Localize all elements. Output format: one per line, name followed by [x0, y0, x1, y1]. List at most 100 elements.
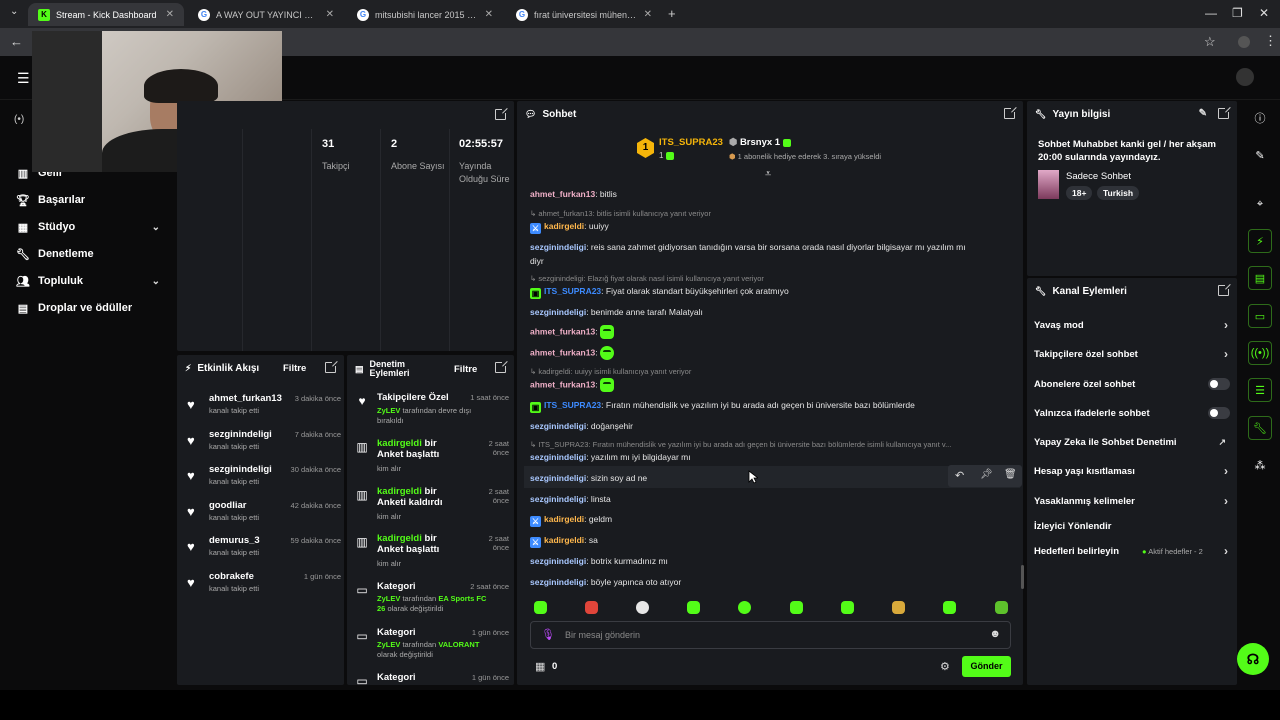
close-icon[interactable]: ✕	[166, 9, 174, 20]
chat-scrollbar[interactable]	[1021, 565, 1024, 589]
emote-icon[interactable]	[892, 601, 905, 614]
bookmark-star-icon[interactable]: ☆	[1204, 34, 1216, 50]
action-raid[interactable]: İzleyici Yönlendir	[1034, 521, 1230, 532]
category-name[interactable]: VALORANT	[438, 640, 479, 649]
pin-icon[interactable]: 📌︎	[980, 469, 993, 480]
delete-icon[interactable]: 🗑︎	[1004, 469, 1017, 480]
reply-icon[interactable]: ↶	[955, 469, 964, 482]
moderator-name[interactable]: ZyLEV	[377, 640, 400, 649]
chat-reply-reference[interactable]: ↳ kadirgeldi: uuiyy isimli kullanıcıya y…	[530, 367, 691, 376]
window-close-icon[interactable]: ✕	[1259, 6, 1269, 20]
close-icon[interactable]: ✕	[644, 9, 652, 20]
emote-icon[interactable]	[687, 601, 700, 614]
moderator-name[interactable]: ZyLEV	[377, 594, 400, 603]
chat-username[interactable]: kadirgeldi	[544, 221, 584, 231]
close-icon[interactable]: ✕	[326, 9, 334, 20]
collapse-leaderboard-icon[interactable]: ⩡	[765, 168, 771, 181]
category-thumbnail[interactable]	[1038, 170, 1059, 199]
chat-username[interactable]: ITS_SUPRA23	[544, 400, 601, 410]
chat-username[interactable]: ahmet_furkan13	[530, 347, 595, 357]
action-banned-words[interactable]: Yasaklanmış kelimeler ›	[1034, 494, 1230, 508]
follower-name[interactable]: demurus_3	[209, 535, 260, 546]
emote-icon[interactable]	[943, 601, 956, 614]
emote-icon[interactable]	[636, 601, 649, 614]
action-goals[interactable]: Hedefleri belirleyin ● Aktif hedefler - 2…	[1034, 544, 1230, 558]
emoji-icon[interactable]: ☻	[989, 628, 1001, 640]
minimize-icon[interactable]: —	[1205, 6, 1217, 20]
profile-avatar-icon[interactable]	[1238, 36, 1250, 48]
toggle-switch[interactable]	[1208, 407, 1230, 419]
emote-icon[interactable]	[790, 601, 803, 614]
moderator-name[interactable]: ZyLEV	[377, 406, 400, 415]
bolt-icon[interactable]: ⚡︎	[1248, 229, 1272, 253]
action-followers-only[interactable]: Takipçilere özel sohbet ›	[1034, 347, 1230, 361]
chat-message[interactable]: sezginindeligi: doğanşehir	[530, 421, 633, 431]
tab-google-3[interactable]: G fırat üniversitesi mühendisliği D ✕	[506, 3, 662, 26]
chat-username[interactable]: sezginindeligi	[530, 494, 586, 504]
chat-icon[interactable]: ▭	[1248, 304, 1272, 328]
chat-message[interactable]: ahmet_furkan13:	[530, 325, 614, 339]
chat-message[interactable]: sezginindeligi: reis sana zahmet gidiyor…	[530, 242, 966, 252]
restore-icon[interactable]: ❐	[1232, 6, 1243, 20]
sidebar-item-topluluk[interactable]: 👥︎ Topluluk ⌄	[16, 274, 164, 288]
chat-message[interactable]: sezginindeligi: yazılım mı iyi bilgidaya…	[530, 452, 691, 462]
emote-icon[interactable]	[841, 601, 854, 614]
popout-icon[interactable]	[1218, 283, 1231, 296]
support-headset-icon[interactable]: ☊	[1237, 643, 1269, 675]
back-icon[interactable]: ←	[10, 34, 23, 49]
category-name[interactable]: Sadece Sohbet	[1066, 171, 1131, 182]
chat-username[interactable]: kadirgeldi	[544, 535, 584, 545]
popout-icon[interactable]	[1004, 106, 1017, 119]
action-subscribers-only[interactable]: Abonelere özel sohbet	[1034, 378, 1230, 390]
chat-input-box[interactable]: 🎙︎ Bir mesaj gönderin ☻	[530, 621, 1011, 649]
tab-google-1[interactable]: G A WAY OUT YAYINCI MODU - G ✕	[188, 3, 344, 26]
list-icon[interactable]: ☰	[1248, 378, 1272, 402]
send-button[interactable]: Gönder	[962, 656, 1011, 677]
sidebar-item-studyo[interactable]: ▦ Stüdyo ⌄	[16, 220, 164, 234]
gift-user-name[interactable]: Brsnyx	[740, 137, 772, 148]
chat-username[interactable]: ahmet_furkan13	[530, 326, 595, 336]
moderator-name[interactable]: kadirgeldi	[377, 438, 422, 449]
edit-icon[interactable]: ✎	[1248, 143, 1272, 167]
tab-google-2[interactable]: G mitsubishi lancer 2015 - Googl ✕	[347, 3, 503, 26]
hamburger-menu-icon[interactable]: ☰	[17, 70, 30, 87]
chat-message[interactable]: sezginindeligi: linsta	[530, 494, 611, 504]
chat-username[interactable]: sezginindeligi	[530, 421, 586, 431]
filter-button[interactable]: Filtre	[454, 364, 477, 375]
chat-message[interactable]: sezginindeligi: böyle yapınca oto atıyor	[530, 577, 681, 587]
chat-message[interactable]: sezginindeligi: sizin soy ad ne	[530, 473, 647, 483]
chat-username[interactable]: ahmet_furkan13	[530, 379, 595, 389]
action-ai-moderation[interactable]: Yapay Zeka ile Sohbet Denetimi ↗	[1034, 437, 1230, 448]
chat-username[interactable]: sezginindeligi	[530, 452, 586, 462]
action-emotes-only[interactable]: Yalnızca ifadelerle sohbet	[1034, 407, 1230, 419]
top-gifter-name[interactable]: ITS_SUPRA23	[659, 137, 723, 148]
sidebar-item-droplar[interactable]: ▤ Droplar ve ödüller	[16, 301, 164, 315]
chat-message[interactable]: ⚔ kadirgeldi: sa	[530, 535, 598, 548]
edit-pencil-icon[interactable]: ✎	[1199, 108, 1207, 119]
chat-message[interactable]: ⚔ kadirgeldi: uuiyy	[530, 221, 609, 234]
document-icon[interactable]: ▤	[1248, 266, 1272, 290]
emote-icon[interactable]	[599, 325, 614, 339]
user-avatar[interactable]	[1236, 68, 1254, 86]
chat-message[interactable]: sezginindeligi: botrix kurmadınız mı	[530, 556, 668, 566]
chat-username[interactable]: ITS_SUPRA23	[544, 286, 601, 296]
chat-message[interactable]: ▣ ITS_SUPRA23: Fiyat olarak standart büyü…	[530, 286, 789, 299]
microphone-icon[interactable]: 🎙︎	[541, 628, 555, 641]
sidebar-item-denetleme[interactable]: 🔧︎ Denetleme	[16, 247, 164, 261]
chat-username[interactable]: sezginindeligi	[530, 242, 586, 252]
chat-message[interactable]: ahmet_furkan13:	[530, 346, 614, 360]
popout-icon[interactable]	[325, 360, 338, 373]
chat-message[interactable]: ⚔ kadirgeldi: geldm	[530, 514, 612, 527]
follower-name[interactable]: ahmet_furkan13	[209, 393, 282, 404]
sidebar-item-basarilar[interactable]: 🏆︎ Başarılar	[16, 193, 164, 207]
moderator-name[interactable]: kadirgeldi	[377, 533, 422, 544]
tab-search-icon[interactable]: ⌄	[10, 6, 18, 17]
emote-icon[interactable]	[599, 346, 614, 360]
chat-message[interactable]: ahmet_furkan13:	[530, 378, 614, 392]
follower-name[interactable]: sezginindeligi	[209, 464, 272, 475]
close-icon[interactable]: ✕	[485, 9, 493, 20]
chat-username[interactable]: sezginindeligi	[530, 307, 586, 317]
chat-message[interactable]: sezginindeligi: benimde anne tarafı Mala…	[530, 307, 703, 317]
popout-icon[interactable]	[495, 360, 508, 373]
filter-button[interactable]: Filtre	[283, 363, 306, 374]
